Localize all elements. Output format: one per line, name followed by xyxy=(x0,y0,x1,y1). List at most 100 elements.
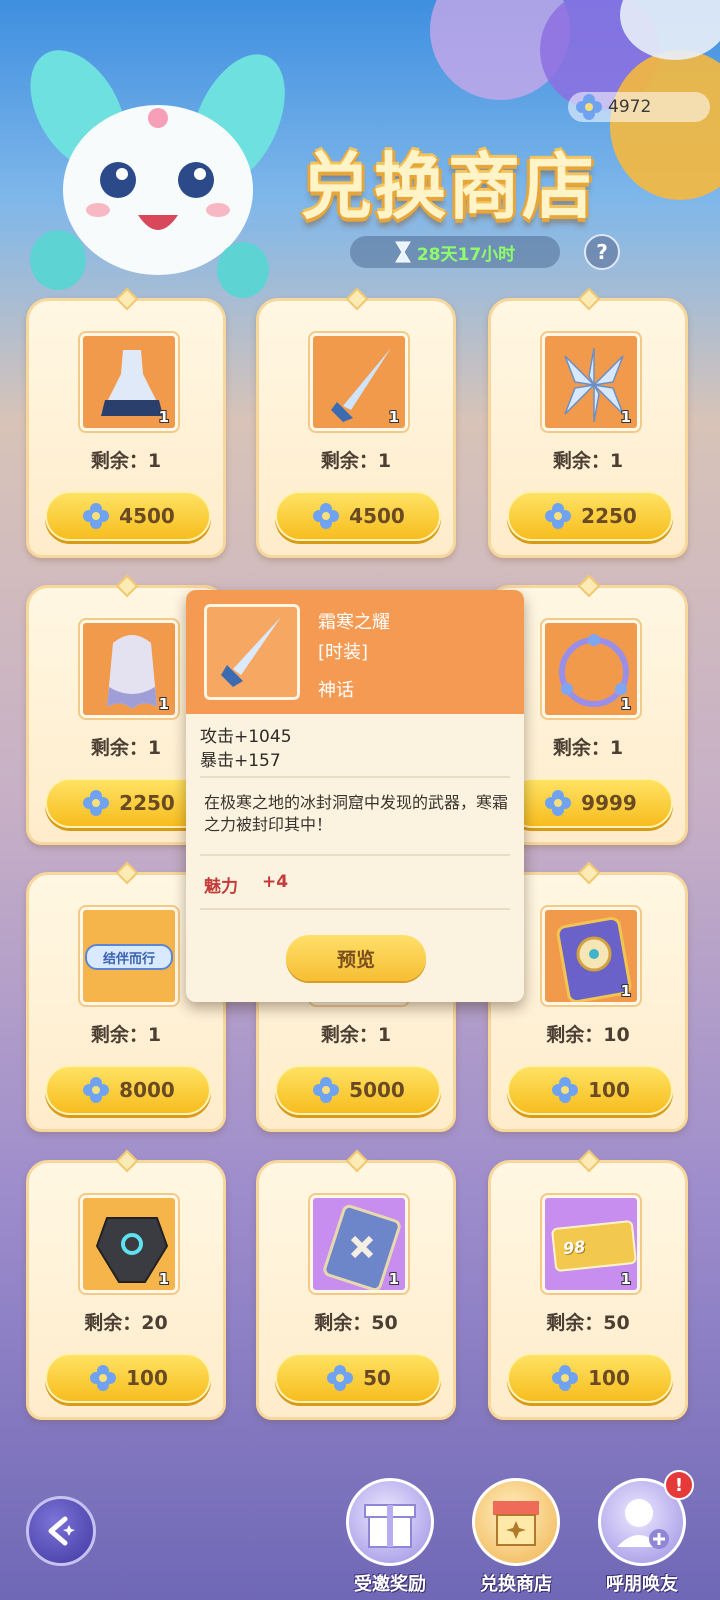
price-label: 100 xyxy=(588,1366,630,1390)
divider xyxy=(200,854,510,856)
flower-currency-icon xyxy=(576,94,602,120)
buy-button[interactable]: 100 xyxy=(507,1353,673,1403)
shop-item-card[interactable]: 1 剩余：1 2250 xyxy=(488,287,688,558)
buy-button[interactable]: 2250 xyxy=(507,491,673,541)
price-label: 100 xyxy=(588,1078,630,1102)
preview-button[interactable]: 预览 xyxy=(286,935,426,981)
item-slot[interactable]: 1 xyxy=(542,907,640,1005)
price-label: 4500 xyxy=(119,504,175,528)
item-slot[interactable]: 1 xyxy=(80,620,178,718)
nav-invite-label: 受邀奖励 xyxy=(354,1574,426,1595)
remaining-stock: 剩余：1 xyxy=(552,450,624,472)
remaining-stock: 剩余：1 xyxy=(320,1024,392,1046)
hourglass-icon xyxy=(394,241,411,263)
currency-display: 4972 xyxy=(568,92,710,122)
card-gem-decoration xyxy=(115,861,139,885)
buy-button[interactable]: 4500 xyxy=(45,491,211,541)
card-gem-decoration xyxy=(577,574,601,598)
timer-text: 28天17小时 xyxy=(416,244,516,265)
help-button[interactable]: ? xyxy=(584,234,620,270)
flower-currency-icon xyxy=(83,503,110,529)
buy-button[interactable]: 100 xyxy=(507,1065,673,1115)
price-label: 9999 xyxy=(581,791,637,815)
nav-shop-label: 兑换商店 xyxy=(480,1574,552,1595)
item-quantity: 1 xyxy=(388,1270,399,1288)
price-label: 100 xyxy=(126,1366,168,1390)
shop-item-card[interactable]: 1 剩余：20 100 xyxy=(26,1149,226,1420)
divider xyxy=(200,908,510,910)
item-slot[interactable]: 结伴而行 xyxy=(80,907,178,1005)
flower-currency-icon xyxy=(552,1077,579,1103)
popup-item-type: [时装] xyxy=(318,642,369,663)
buy-button[interactable]: 50 xyxy=(275,1353,441,1403)
attack-stat: 攻击+1045 xyxy=(200,727,292,747)
flower-currency-icon xyxy=(313,503,340,529)
remaining-stock: 剩余：10 xyxy=(546,1024,630,1046)
item-slot[interactable]: 1 xyxy=(542,620,640,718)
remaining-stock: 剩余：50 xyxy=(314,1312,398,1334)
popup-item-thumbnail xyxy=(204,604,300,700)
buy-button[interactable]: 4500 xyxy=(275,491,441,541)
remaining-stock: 剩余：20 xyxy=(84,1312,168,1334)
buy-button[interactable]: 9999 xyxy=(507,778,673,828)
buy-button[interactable]: 100 xyxy=(45,1353,211,1403)
price-label: 2250 xyxy=(581,504,637,528)
item-quantity: 1 xyxy=(158,408,169,426)
item-slot[interactable]: 1 xyxy=(542,333,640,431)
flower-currency-icon xyxy=(83,1077,110,1103)
card-gem-decoration xyxy=(115,574,139,598)
item-quantity: 1 xyxy=(158,695,169,713)
item-slot[interactable]: 98 1 xyxy=(542,1195,640,1293)
item-slot[interactable]: 1 xyxy=(310,333,408,431)
remaining-stock: 剩余：1 xyxy=(90,1024,162,1046)
ice-sword-icon xyxy=(221,617,281,687)
flower-currency-icon xyxy=(90,1365,117,1391)
flower-currency-icon xyxy=(552,1365,579,1391)
shop-item-card[interactable]: 1 剩余：1 4500 xyxy=(26,287,226,558)
nav-friends-label: 呼朋唤友 xyxy=(606,1574,678,1595)
card-gem-decoration xyxy=(345,1149,369,1173)
shop-item-card[interactable]: 1 剩余：50 50 xyxy=(256,1149,456,1420)
crit-stat: 暴击+157 xyxy=(200,751,281,771)
flower-currency-icon xyxy=(327,1365,354,1391)
item-description: 在极寒之地的冰封洞窟中发现的武器，寒霜之力被封印其中！ xyxy=(204,793,509,834)
price-label: 5000 xyxy=(349,1078,405,1102)
popup-item-rarity: 神话 xyxy=(318,680,354,701)
price-label: 8000 xyxy=(119,1078,175,1102)
price-label: 2250 xyxy=(119,791,175,815)
card-gem-decoration xyxy=(577,861,601,885)
gift-box-icon xyxy=(346,1478,434,1566)
ticket-text: 98 xyxy=(562,1236,587,1259)
currency-amount: 4972 xyxy=(608,97,652,117)
item-quantity: 1 xyxy=(620,1270,631,1288)
buy-button[interactable]: 8000 xyxy=(45,1065,211,1115)
remaining-stock: 剩余：1 xyxy=(90,450,162,472)
buy-button[interactable]: 5000 xyxy=(275,1065,441,1115)
remaining-stock: 剩余：50 xyxy=(546,1312,630,1334)
charm-value: +4 xyxy=(262,872,289,892)
item-quantity: 1 xyxy=(620,408,631,426)
item-quantity: 1 xyxy=(388,408,399,426)
notification-badge: ! xyxy=(664,1470,694,1500)
shop-item-card[interactable]: 98 1 剩余：50 100 xyxy=(488,1149,688,1420)
flower-currency-icon xyxy=(545,503,572,529)
card-gem-decoration xyxy=(115,1149,139,1173)
nav-exchange-shop[interactable]: 兑换商店 xyxy=(456,1478,576,1600)
item-slot[interactable]: 1 xyxy=(310,1195,408,1293)
price-label: 50 xyxy=(363,1366,391,1390)
shop-item-card[interactable]: 1 剩余：1 4500 xyxy=(256,287,456,558)
back-button[interactable] xyxy=(26,1496,96,1566)
title-badge-text: 结伴而行 xyxy=(102,951,155,967)
charm-label: 魅力 xyxy=(204,877,238,897)
back-arrow-icon xyxy=(48,1516,75,1546)
item-slot[interactable]: 1 xyxy=(80,333,178,431)
shop-stall-icon xyxy=(472,1478,560,1566)
flower-currency-icon xyxy=(83,790,110,816)
item-slot[interactable]: 1 xyxy=(80,1195,178,1293)
shop-title: 兑换商店 xyxy=(300,145,597,229)
flower-currency-icon xyxy=(313,1077,340,1103)
title-badge-icon: 结伴而行 xyxy=(85,944,173,970)
nav-invite-rewards[interactable]: 受邀奖励 xyxy=(330,1478,450,1600)
price-label: 4500 xyxy=(349,504,405,528)
ticket-icon: 98 xyxy=(550,1219,637,1273)
